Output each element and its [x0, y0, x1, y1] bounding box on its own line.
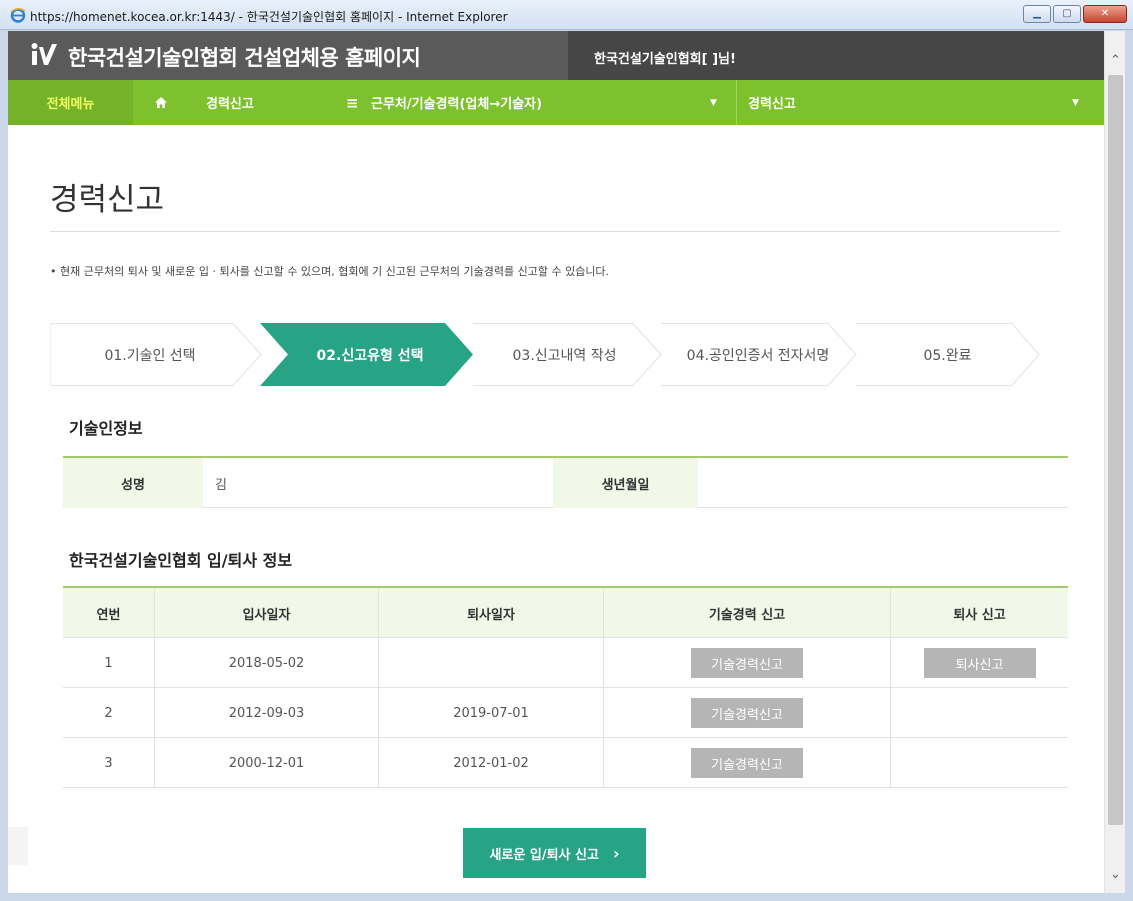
- kocea-logo-icon: [31, 43, 57, 65]
- table-row: 3 2000-12-01 2012-01-02 기술경력신고: [63, 738, 1068, 788]
- step-3: 03.신고내역 작성: [512, 347, 617, 364]
- tech-info-table: 성명 김 생년월일: [63, 456, 1068, 508]
- nav-current-dropdown[interactable]: 경력신고: [748, 80, 796, 125]
- row-hire-date: 2000-12-01: [155, 738, 379, 788]
- scrollbar-thumb[interactable]: [1108, 75, 1123, 825]
- chevron-down-icon[interactable]: ▼: [1072, 80, 1079, 125]
- page-description: • 현재 근무처의 퇴사 및 새로운 입 · 퇴사를 신고할 수 있으며, 협회…: [50, 265, 610, 278]
- step-2-active: 02.신고유형 선택: [316, 347, 424, 364]
- name-value: 김: [215, 477, 227, 493]
- birthdate-label: 생년월일: [553, 458, 698, 508]
- tech-info-heading: 기술인정보: [69, 419, 143, 438]
- page-title: 경력신고: [50, 182, 165, 218]
- employment-table: 연번 입사일자 퇴사일자 기술경력 신고 퇴사 신고 1 2018-05-02 …: [63, 586, 1068, 788]
- row-resign-empty: [891, 688, 1068, 738]
- nav-section-link[interactable]: 경력신고: [206, 80, 254, 125]
- row-hire-date: 2018-05-02: [155, 638, 379, 688]
- scroll-down-icon[interactable]: ⌄: [1105, 861, 1125, 887]
- vertical-scrollbar[interactable]: ⌃ ⌄: [1104, 31, 1125, 893]
- all-menu-button[interactable]: 전체메뉴: [8, 80, 133, 125]
- row-resign-empty: [891, 738, 1068, 788]
- career-report-button[interactable]: 기술경력신고: [691, 648, 803, 678]
- row-no: 1: [63, 638, 155, 688]
- user-greeting: 한국건설기술인협회[ ]님!: [594, 52, 736, 67]
- site-header: 한국건설기술인협회 건설업체용 홈페이지 한국건설기술인협회[ ]님!: [8, 31, 1104, 80]
- step-1: 01.기술인 선택: [104, 347, 196, 364]
- scroll-up-icon[interactable]: ⌃: [1105, 47, 1125, 73]
- col-no-header: 연번: [63, 588, 155, 638]
- name-label: 성명: [63, 458, 203, 508]
- chevron-right-icon: ›: [612, 843, 620, 863]
- home-icon[interactable]: [152, 80, 170, 125]
- col-leave-header: 퇴사일자: [379, 588, 604, 638]
- col-resign-header: 퇴사 신고: [953, 607, 1006, 623]
- browser-viewport: 한국건설기술인협회 건설업체용 홈페이지 한국건설기술인협회[ ]님! 전체메뉴…: [8, 31, 1125, 893]
- window-title: https://homenet.kocea.or.kr:1443/ - 한국건설…: [30, 10, 508, 24]
- step-5: 05.완료: [923, 347, 972, 364]
- row-leave-date: [379, 638, 604, 688]
- nav-submenu-dropdown[interactable]: 근무처/기술경력(업체→기술자): [371, 80, 542, 125]
- left-edge-panel: [8, 827, 28, 865]
- step-indicator: 01.기술인 선택 02.신고유형 선택 03.신고내역 작성 04.공인인증서…: [50, 323, 1040, 386]
- main-nav: 전체메뉴 경력신고 ≡ 근무처/기술경력(업체→기술자) ▼ 경력신고 ▼: [8, 80, 1104, 125]
- window-titlebar: https://homenet.kocea.or.kr:1443/ - 한국건설…: [0, 0, 1133, 30]
- employment-heading: 한국건설기술인협회 입/퇴사 정보: [69, 551, 293, 570]
- new-employment-report-button[interactable]: 새로운 입/퇴사 신고 ›: [463, 828, 646, 878]
- site-title: 한국건설기술인협회 건설업체용 홈페이지: [68, 46, 421, 70]
- menu-lines-icon[interactable]: ≡: [346, 80, 359, 125]
- resign-report-button[interactable]: 퇴사신고: [923, 648, 1036, 678]
- career-report-button[interactable]: 기술경력신고: [691, 748, 803, 778]
- row-no: 3: [63, 738, 155, 788]
- career-report-button[interactable]: 기술경력신고: [691, 698, 803, 728]
- nav-divider: [736, 80, 737, 125]
- page-content: 한국건설기술인협회 건설업체용 홈페이지 한국건설기술인협회[ ]님! 전체메뉴…: [8, 31, 1104, 893]
- close-button[interactable]: ✕: [1083, 5, 1127, 23]
- minimize-button[interactable]: ▁: [1023, 5, 1051, 23]
- col-hire-header: 입사일자: [155, 588, 379, 638]
- table-header-row: 연번 입사일자 퇴사일자 기술경력 신고 퇴사 신고: [63, 588, 1068, 638]
- col-career-header: 기술경력 신고: [604, 588, 891, 638]
- row-leave-date: 2012-01-02: [379, 738, 604, 788]
- cta-label: 새로운 입/퇴사 신고: [489, 847, 599, 863]
- user-area: 한국건설기술인협회[ ]님!: [568, 31, 1104, 80]
- row-hire-date: 2012-09-03: [155, 688, 379, 738]
- table-row: 2 2012-09-03 2019-07-01 기술경력신고: [63, 688, 1068, 738]
- row-no: 2: [63, 688, 155, 738]
- chevron-down-icon[interactable]: ▼: [710, 80, 717, 125]
- maximize-button[interactable]: ▢: [1053, 5, 1081, 23]
- step-4: 04.공인인증서 전자서명: [686, 347, 830, 364]
- title-divider: [50, 231, 1060, 232]
- internet-explorer-icon: [10, 8, 26, 23]
- table-row: 1 2018-05-02 기술경력신고 퇴사신고: [63, 638, 1068, 688]
- row-leave-date: 2019-07-01: [379, 688, 604, 738]
- birthdate-value: [698, 458, 1068, 508]
